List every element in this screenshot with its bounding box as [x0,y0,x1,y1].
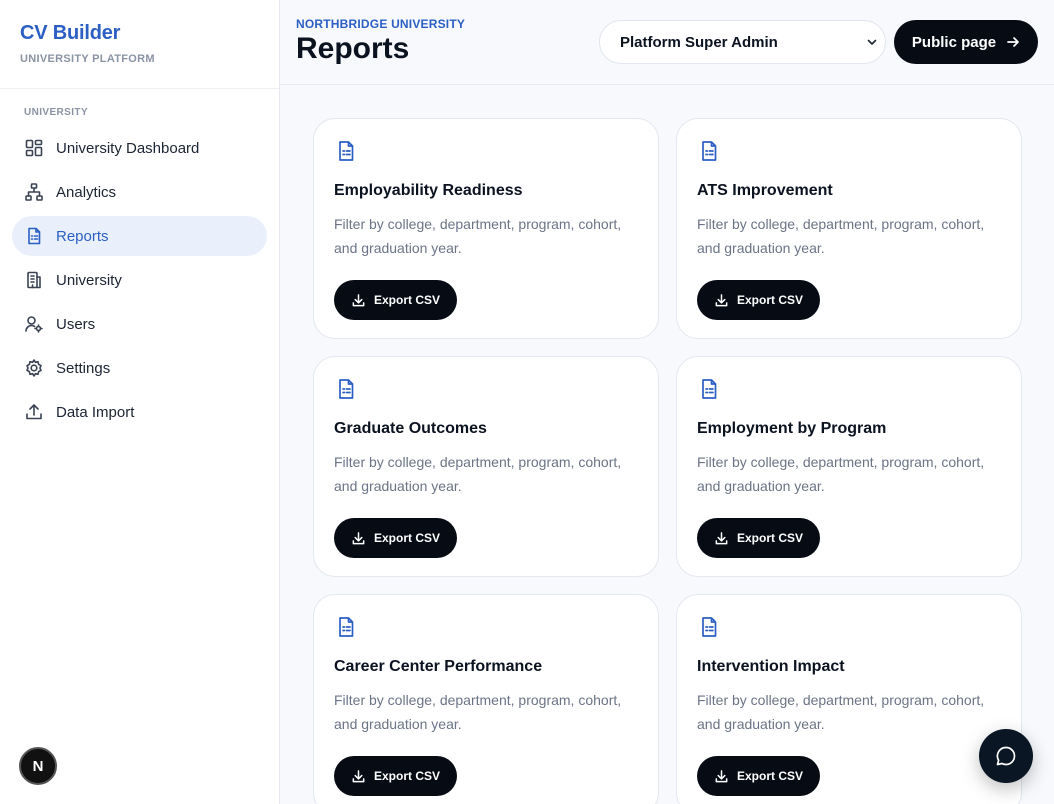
sidebar-item-university[interactable]: University [12,260,267,300]
sidebar-item-settings[interactable]: Settings [12,348,267,388]
download-icon [352,769,365,782]
export-csv-button[interactable]: Export CSV [697,280,820,320]
sidebar-item-analytics[interactable]: Analytics [12,172,267,212]
building-icon [24,270,44,290]
public-page-label: Public page [911,33,997,51]
report-card-ats-improvement: ATS Improvement Filter by college, depar… [676,118,1022,339]
download-icon [352,293,365,306]
nav-section-label: UNIVERSITY [24,107,89,118]
arrow-right-icon [1007,37,1019,47]
sidebar-item-data-import[interactable]: Data Import [12,392,267,432]
brand-subtitle: UNIVERSITY PLATFORM [20,53,155,65]
sidebar-item-label: Data Import [56,403,135,421]
download-icon [352,531,365,544]
sidebar-item-label: Analytics [56,183,117,201]
export-csv-label: Export CSV [373,293,440,307]
export-csv-label: Export CSV [736,531,803,545]
export-csv-button[interactable]: Export CSV [697,756,820,796]
upload-icon [24,402,44,422]
report-description: Filter by college, department, program, … [697,692,985,732]
export-csv-button[interactable]: Export CSV [334,518,457,558]
sidebar-item-label: University Dashboard [56,139,200,157]
university-label: NORTHBRIDGE UNIVERSITY [296,17,466,31]
report-title: ATS Improvement [697,182,833,199]
page-header: NORTHBRIDGE UNIVERSITY Reports Platform … [280,0,1054,85]
brand-title[interactable]: CV Builder [20,22,259,45]
sidebar-item-label: Reports [56,227,109,245]
export-csv-label: Export CSV [736,769,803,783]
report-description: Filter by college, department, program, … [334,692,622,732]
report-description: Filter by college, department, program, … [697,454,985,494]
export-csv-button[interactable]: Export CSV [334,756,457,796]
document-icon [702,379,717,399]
chevron-down-icon [867,39,877,45]
document-icon [339,617,354,637]
export-csv-label: Export CSV [736,293,803,307]
sidebar-item-university-dashboard[interactable]: University Dashboard [12,128,267,168]
page-title: Reports [296,32,410,65]
report-title: Career Center Performance [334,658,543,675]
report-card-employment-by-program: Employment by Program Filter by college,… [676,356,1022,577]
avatar[interactable]: N [19,747,57,785]
report-description: Filter by college, department, program, … [697,216,985,256]
document-icon [339,141,354,161]
sidebar-item-label: University [56,271,122,289]
report-title: Graduate Outcomes [334,420,487,437]
role-select-value: Platform Super Admin [620,33,778,51]
export-csv-label: Export CSV [373,531,440,545]
document-icon [702,617,717,637]
sidebar-item-users[interactable]: Users [12,304,267,344]
download-icon [715,293,728,306]
report-card-graduate-outcomes: Graduate Outcomes Filter by college, dep… [313,356,659,577]
sidebar-item-label: Settings [56,359,111,377]
document-icon [339,379,354,399]
report-title: Employment by Program [697,420,887,437]
gear-icon [24,358,44,378]
report-description: Filter by college, department, program, … [334,216,622,256]
user-gear-icon [24,314,44,334]
report-card-career-center-performance: Career Center Performance Filter by coll… [313,594,659,804]
public-page-button[interactable]: Public page [894,20,1038,64]
brand: CV Builder UNIVERSITY PLATFORM [0,0,279,89]
chat-bubble-icon [996,746,1016,766]
report-title: Employability Readiness [334,182,523,199]
dashboard-icon [24,138,44,158]
export-csv-button[interactable]: Export CSV [334,280,457,320]
hierarchy-icon [24,182,44,202]
download-icon [715,769,728,782]
chat-button[interactable] [979,729,1033,783]
sidebar-nav: University Dashboard Analytics Reports U… [0,128,279,432]
document-icon [24,226,44,246]
report-card-employability-readiness: Employability Readiness Filter by colleg… [313,118,659,339]
sidebar-item-reports[interactable]: Reports [12,216,267,256]
role-select[interactable]: Platform Super Admin [599,20,886,64]
sidebar: CV Builder UNIVERSITY PLATFORM UNIVERSIT… [0,0,280,804]
report-title: Intervention Impact [697,658,845,675]
sidebar-item-label: Users [56,315,96,333]
document-icon [702,141,717,161]
export-csv-label: Export CSV [373,769,440,783]
export-csv-button[interactable]: Export CSV [697,518,820,558]
report-description: Filter by college, department, program, … [334,454,622,494]
download-icon [715,531,728,544]
report-card-intervention-impact: Intervention Impact Filter by college, d… [676,594,1022,804]
